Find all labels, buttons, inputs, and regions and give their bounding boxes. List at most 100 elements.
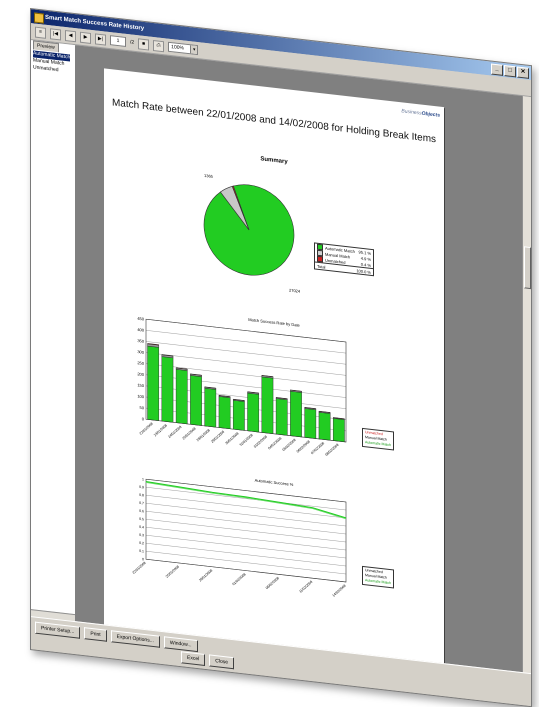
next-page-icon[interactable]: ▶ bbox=[80, 31, 91, 44]
bar bbox=[190, 375, 202, 426]
page-total: /2 bbox=[130, 39, 135, 46]
legend-swatch bbox=[317, 255, 323, 263]
bar bbox=[147, 345, 159, 421]
print-button[interactable]: Print bbox=[84, 627, 107, 642]
printer-setup-button[interactable]: Printer Setup... bbox=[35, 621, 81, 639]
x-tick-label: 29/01/2008 bbox=[198, 568, 213, 582]
y-tick-label: 0 bbox=[142, 416, 145, 421]
x-tick-label: 08/02/2008 bbox=[324, 443, 339, 457]
y-tick-label: 200 bbox=[137, 371, 144, 377]
stage: Smart Match Success Rate History _ □ ✕ ≡… bbox=[0, 0, 539, 707]
report-title: Match Rate between 22/01/2008 and 14/02/… bbox=[111, 97, 437, 146]
legend-value: 100.0 % bbox=[356, 267, 371, 275]
report-page: BusinessObjects Match Rate between 22/01… bbox=[104, 68, 444, 668]
last-page-icon[interactable]: ▶| bbox=[95, 32, 106, 46]
excel-button[interactable]: Excel bbox=[181, 651, 206, 666]
gridline bbox=[146, 341, 346, 365]
bar bbox=[333, 418, 345, 443]
export-options-button[interactable]: Export Options... bbox=[110, 630, 160, 648]
x-tick-label: 30/01/2008 bbox=[224, 431, 239, 445]
bar bbox=[290, 390, 302, 438]
bar bbox=[318, 412, 331, 441]
bar bbox=[275, 398, 288, 436]
chevron-down-icon[interactable]: ▼ bbox=[190, 45, 198, 55]
y-tick-label: 0.8 bbox=[139, 493, 144, 498]
stop-icon[interactable]: ■ bbox=[138, 37, 150, 51]
zoom-value: 100% bbox=[171, 44, 184, 52]
bar bbox=[304, 408, 317, 439]
y-tick-label: 0.4 bbox=[139, 525, 144, 530]
toggle-tree-icon[interactable]: ≡ bbox=[35, 26, 46, 39]
page-number-input[interactable]: 1 bbox=[110, 35, 126, 47]
report-window: Smart Match Success Rate History _ □ ✕ ≡… bbox=[30, 8, 532, 707]
y-tick-label: 0.2 bbox=[139, 541, 144, 546]
y-tick-label: 1 bbox=[142, 477, 144, 481]
x-tick-label: 06/02/2008 bbox=[296, 440, 311, 454]
x-tick-label: 23/01/2008 bbox=[153, 423, 168, 437]
bar-legend: Unmatched Manual Match Automatic Match bbox=[362, 427, 395, 451]
bar bbox=[204, 387, 217, 428]
summary-pie-chart bbox=[203, 184, 295, 276]
pie-label-top: 1365 bbox=[204, 172, 213, 179]
prev-page-icon[interactable]: ◀ bbox=[65, 29, 76, 42]
bar-chart: 0 50 100 150 200 250 300 350 400 450 22/01/2008 23/… bbox=[137, 316, 347, 457]
gridline bbox=[146, 330, 346, 354]
group-tree: Automatic Match Manual Match Unmatched bbox=[33, 50, 71, 75]
x-tick-label: 11/02/2008 bbox=[298, 580, 313, 594]
x-tick-label: 29/01/2008 bbox=[210, 430, 225, 444]
minimize-button[interactable]: _ bbox=[491, 63, 503, 76]
x-tick-label: 01/02/2008 bbox=[253, 435, 268, 449]
vertical-scrollbar[interactable] bbox=[522, 96, 531, 675]
bar bbox=[175, 369, 188, 425]
x-tick-label: 24/01/2008 bbox=[167, 425, 182, 439]
line-legend: Unmatched Manual Match Automatic Match bbox=[362, 565, 395, 589]
y-tick-label: 150 bbox=[137, 382, 144, 388]
y-tick-label: 0.6 bbox=[139, 509, 144, 514]
x-tick-label: 01/02/2008 bbox=[232, 572, 247, 586]
summary-legend: Automatic Match 95.1 % Manual Match 4.9 % … bbox=[314, 242, 374, 277]
app-icon bbox=[34, 12, 44, 24]
close-report-button[interactable]: Close bbox=[209, 654, 235, 670]
y-tick-label: 0.1 bbox=[139, 549, 144, 554]
group-tree-pane: Preview Automatic Match Manual Match Unm… bbox=[31, 40, 76, 623]
y-tick-label: 0.3 bbox=[139, 533, 144, 538]
bar bbox=[161, 356, 174, 423]
scroll-thumb[interactable] bbox=[524, 246, 531, 290]
y-tick-label: 400 bbox=[137, 327, 144, 333]
x-tick-label: 06/02/2008 bbox=[265, 576, 280, 590]
business-objects-logo: BusinessObjects bbox=[401, 108, 440, 119]
bar bbox=[261, 376, 274, 434]
legend-value: 0.4 % bbox=[360, 261, 371, 268]
x-tick-label: 25/01/2008 bbox=[182, 427, 197, 441]
x-tick-label: 22/01/2008 bbox=[132, 561, 147, 575]
x-tick-label: 25/01/2008 bbox=[165, 565, 180, 579]
x-tick-label: 31/01/2008 bbox=[239, 433, 254, 447]
bar bbox=[247, 392, 259, 433]
line-chart: 00.10.20.30.40.50.60.70.80.9122/01/2008 2… bbox=[132, 477, 347, 598]
bar bbox=[218, 396, 231, 430]
y-tick-label: 0.9 bbox=[139, 485, 144, 490]
zoom-select[interactable]: 100% ▼ bbox=[168, 41, 199, 56]
y-tick-label: 100 bbox=[137, 394, 144, 400]
x-tick-label: 28/01/2008 bbox=[196, 428, 211, 442]
y-tick-label: 0.5 bbox=[139, 517, 144, 522]
print-icon[interactable]: ⎙ bbox=[153, 39, 165, 52]
y-tick-label: 50 bbox=[140, 405, 145, 411]
legend-label: Total bbox=[317, 263, 326, 270]
y-tick-label: 300 bbox=[137, 349, 144, 355]
y-tick-label: 350 bbox=[137, 338, 144, 344]
x-tick-label: 07/02/2008 bbox=[310, 441, 325, 455]
x-tick-label: 14/02/2008 bbox=[332, 584, 347, 598]
y-tick-label: 0.7 bbox=[139, 501, 144, 506]
first-page-icon[interactable]: |◀ bbox=[50, 27, 61, 41]
x-tick-label: 22/01/2008 bbox=[139, 422, 154, 436]
bar bbox=[233, 400, 245, 431]
window-button[interactable]: Window... bbox=[163, 636, 198, 653]
x-tick-label: 04/02/2008 bbox=[267, 436, 282, 450]
x-tick-label: 05/02/2008 bbox=[282, 438, 297, 452]
y-tick-label: 250 bbox=[137, 360, 144, 366]
report-viewer: BusinessObjects Match Rate between 22/01… bbox=[76, 45, 523, 674]
maximize-button[interactable]: □ bbox=[504, 65, 516, 78]
y-tick-label: 450 bbox=[137, 316, 144, 322]
close-button[interactable]: ✕ bbox=[517, 66, 529, 79]
